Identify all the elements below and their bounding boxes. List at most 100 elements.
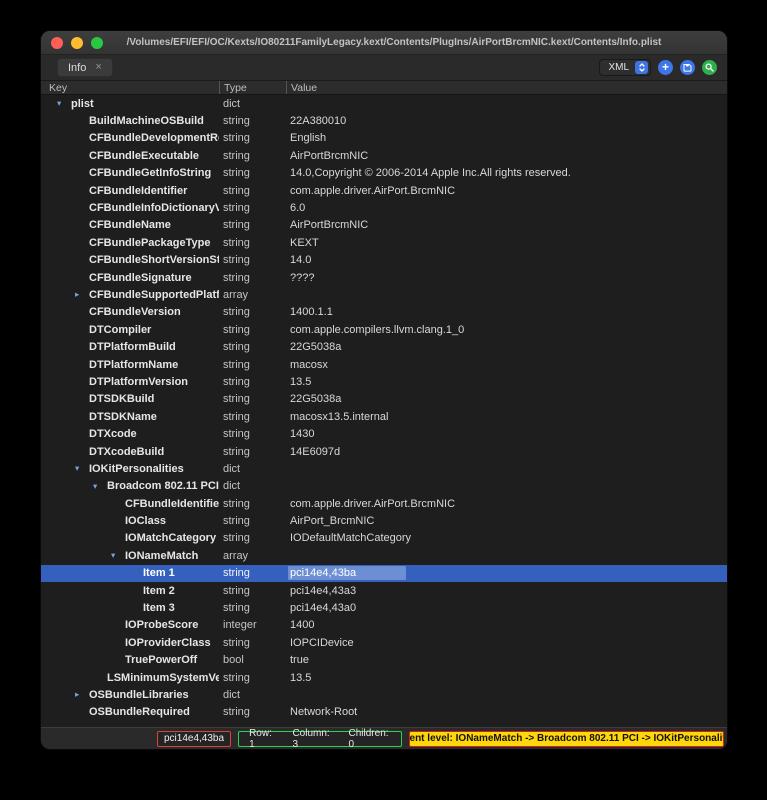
row-value: AirPortBrcmNIC [286, 219, 727, 231]
table-row[interactable]: IOMatchCategorystringIODefaultMatchCateg… [41, 530, 727, 547]
table-row[interactable]: Item 1stringpci14e4,43ba [41, 565, 727, 582]
add-row-button[interactable]: + [658, 60, 673, 75]
table-row[interactable]: DTXcodeBuildstring14E6097d [41, 443, 727, 460]
row-value: 1430 [286, 428, 727, 440]
table-row[interactable]: Item 2stringpci14e4,43a3 [41, 582, 727, 599]
row-key: DTPlatformName [89, 359, 178, 371]
row-type: string [219, 706, 286, 718]
row-value-text: com.apple.driver.AirPort.BrcmNIC [288, 185, 457, 197]
row-key: CFBundleDevelopmentRegion [89, 132, 219, 144]
table-row[interactable]: ▾IOKitPersonalitiesdict [41, 460, 727, 477]
table-row[interactable]: ▾IONameMatcharray [41, 547, 727, 564]
table-row[interactable]: CFBundleNamestringAirPortBrcmNIC [41, 217, 727, 234]
table-row[interactable]: CFBundleShortVersionStringstring14.0 [41, 252, 727, 269]
table-row[interactable]: IOProviderClassstringIOPCIDevice [41, 634, 727, 651]
table-row[interactable]: CFBundleGetInfoStringstring14.0,Copyrigh… [41, 165, 727, 182]
disclosure-open-icon[interactable]: ▾ [75, 463, 89, 474]
disclosure-closed-icon[interactable]: ▸ [75, 689, 89, 700]
table-row[interactable]: CFBundleDevelopmentRegionstringEnglish [41, 130, 727, 147]
row-type: string [219, 411, 286, 423]
status-bar: pci14e4,43ba Row: 1 Column: 3 Children: … [41, 727, 727, 749]
row-type: array [219, 289, 286, 301]
table-row[interactable]: ▸CFBundleSupportedPlatformsarray [41, 286, 727, 303]
table-row[interactable]: CFBundleIdentifierstringcom.apple.driver… [41, 182, 727, 199]
row-value: KEXT [286, 237, 727, 249]
row-key: IOClass [125, 515, 166, 527]
row-key: OSBundleLibraries [89, 689, 189, 701]
row-value: ???? [286, 272, 727, 284]
table-row[interactable]: ▸OSBundleLibrariesdict [41, 686, 727, 703]
row-value: AirPortBrcmNIC [286, 150, 727, 162]
table-row[interactable]: CFBundleVersionstring1400.1.1 [41, 304, 727, 321]
table-row[interactable]: DTPlatformVersionstring13.5 [41, 373, 727, 390]
disclosure-open-icon[interactable]: ▾ [111, 550, 125, 561]
table-row[interactable]: CFBundleInfoDictionaryVersionstring6.0 [41, 199, 727, 216]
title-bar[interactable]: /Volumes/EFI/EFI/OC/Kexts/IO80211FamilyL… [41, 31, 727, 55]
table-row[interactable]: ▾plistdict [41, 95, 727, 112]
row-value-text: com.apple.driver.AirPort.BrcmNIC [288, 498, 457, 510]
row-type: string [219, 585, 286, 597]
column-header-key[interactable]: Key [41, 81, 219, 94]
table-row[interactable]: BuildMachineOSBuildstring22A380010 [41, 112, 727, 129]
plus-icon: + [662, 61, 669, 73]
table-row[interactable]: DTXcodestring1430 [41, 425, 727, 442]
table-row[interactable]: DTPlatformNamestringmacosx [41, 356, 727, 373]
disclosure-closed-icon[interactable]: ▸ [75, 289, 89, 300]
disclosure-open-icon[interactable]: ▾ [93, 481, 107, 492]
row-key: Item 2 [143, 585, 175, 597]
toolbar: XML + [599, 59, 717, 76]
table-row[interactable]: CFBundleIdentifierstringcom.apple.driver… [41, 495, 727, 512]
row-value-text: Network-Root [288, 706, 359, 718]
table-row[interactable]: LSMinimumSystemVersionstring13.5 [41, 669, 727, 686]
table-row[interactable]: Item 3stringpci14e4,43a0 [41, 599, 727, 616]
row-value-text: macosx [288, 359, 330, 371]
row-key: OSBundleRequired [89, 706, 190, 718]
row-type: string [219, 202, 286, 214]
table-row[interactable]: DTSDKNamestringmacosx13.5.internal [41, 408, 727, 425]
row-key: CFBundlePackageType [89, 237, 210, 249]
table-row[interactable]: TruePowerOffbooltrue [41, 652, 727, 669]
floppy-icon [683, 59, 692, 77]
table-row[interactable]: DTSDKBuildstring22G5038a [41, 391, 727, 408]
tab-info[interactable]: Info × [57, 58, 113, 77]
row-key: DTXcodeBuild [89, 446, 164, 458]
format-popup[interactable]: XML [599, 59, 651, 76]
row-key: CFBundleInfoDictionaryVersion [89, 202, 219, 214]
row-value-text: 14.0 [288, 254, 313, 266]
row-value-text: KEXT [288, 237, 321, 249]
table-row[interactable]: CFBundleSignaturestring???? [41, 269, 727, 286]
status-value-box: pci14e4,43ba [157, 731, 231, 747]
save-button[interactable] [680, 60, 695, 75]
row-value: macosx13.5.internal [286, 411, 727, 423]
row-value: com.apple.driver.AirPort.BrcmNIC [286, 498, 727, 510]
row-key: IOKitPersonalities [89, 463, 184, 475]
table-row[interactable]: DTCompilerstringcom.apple.compilers.llvm… [41, 321, 727, 338]
row-value-text: ???? [288, 272, 316, 284]
row-value: 14.0 [286, 254, 727, 266]
column-header-value[interactable]: Value [286, 81, 727, 94]
row-value-text: AirPort_BrcmNIC [288, 515, 376, 527]
row-value-text: 22G5038a [288, 393, 343, 405]
disclosure-open-icon[interactable]: ▾ [57, 98, 71, 109]
row-value: 13.5 [286, 672, 727, 684]
row-value-text: pci14e4,43ba [288, 566, 406, 580]
tab-label: Info [68, 62, 86, 74]
row-type: string [219, 498, 286, 510]
table-row[interactable]: IOProbeScoreinteger1400 [41, 617, 727, 634]
row-value-text: 14E6097d [288, 446, 342, 458]
close-window-button[interactable] [51, 37, 63, 49]
tab-close-icon[interactable]: × [95, 62, 101, 73]
row-key: IOMatchCategory [125, 532, 216, 544]
table-row[interactable]: CFBundlePackageTypestringKEXT [41, 234, 727, 251]
table-row[interactable]: CFBundleExecutablestringAirPortBrcmNIC [41, 147, 727, 164]
row-type: string [219, 567, 286, 579]
table-row[interactable]: OSBundleRequired stringNetwork-Root [41, 704, 727, 721]
column-header-type[interactable]: Type [219, 81, 286, 94]
table-row[interactable]: IOClassstringAirPort_BrcmNIC [41, 512, 727, 529]
table-row[interactable]: DTPlatformBuildstring22G5038a [41, 338, 727, 355]
row-key: Broadcom 802.11 PCI [107, 480, 219, 492]
row-type: string [219, 115, 286, 127]
table-row[interactable]: ▾Broadcom 802.11 PCIdict [41, 478, 727, 495]
row-value: 22G5038a [286, 393, 727, 405]
search-button[interactable] [702, 60, 717, 75]
